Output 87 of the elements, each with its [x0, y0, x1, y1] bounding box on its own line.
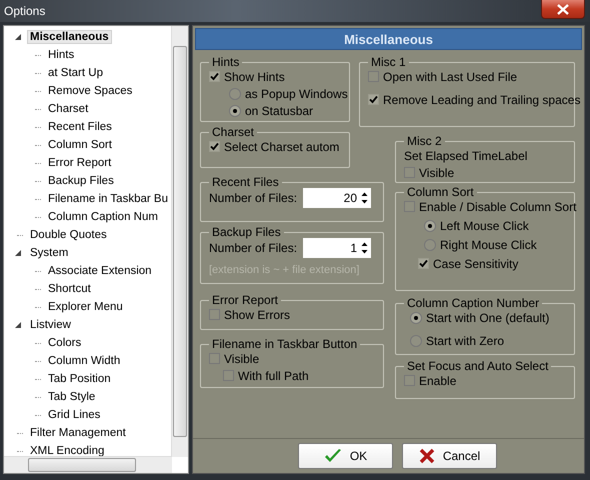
group-title: Hints	[211, 56, 240, 68]
tree-item[interactable]: Explorer Menu	[45, 300, 126, 314]
checkbox[interactable]	[223, 370, 234, 381]
radio-button[interactable]	[410, 334, 422, 346]
close-icon	[557, 4, 569, 14]
radio-label[interactable]: Right Mouse Click	[440, 238, 537, 252]
group-title: Column Caption Number	[406, 297, 540, 309]
radio-button[interactable]	[229, 88, 241, 100]
tree-item[interactable]: Filename in Taskbar Bu	[45, 192, 171, 206]
tree-item[interactable]: Column Sort	[45, 138, 115, 152]
radio-button[interactable]	[410, 312, 422, 324]
checkbox-label[interactable]: Show Errors	[224, 308, 290, 322]
field-label: Number of Files:	[209, 241, 298, 255]
tree-item[interactable]: Hints	[45, 48, 78, 62]
tree-item[interactable]: Colors	[45, 336, 84, 350]
group-title: Charset	[211, 126, 256, 138]
group-title: Recent Files	[211, 176, 280, 188]
tree-item[interactable]: Filter Management	[27, 426, 129, 440]
field-label: Number of Files:	[209, 191, 298, 205]
checkbox-label[interactable]: Open with Last Used File	[383, 70, 518, 84]
radio-button[interactable]	[229, 104, 241, 116]
checkbox-label[interactable]: Remove Leading and Trailing spaces	[383, 92, 580, 106]
checkbox[interactable]	[404, 167, 415, 178]
tree-item[interactable]: at Start Up	[45, 66, 106, 80]
checkbox[interactable]	[209, 353, 220, 364]
checkbox-label[interactable]: Show Hints	[224, 70, 285, 84]
radio-label[interactable]: Start with One (default)	[426, 310, 550, 324]
checkbox[interactable]	[368, 71, 379, 82]
close-button[interactable]	[541, 0, 585, 19]
checkmark-icon	[324, 448, 342, 464]
radio-button[interactable]	[424, 238, 436, 250]
tree-item[interactable]: Listview	[27, 318, 74, 332]
tree-item[interactable]: Double Quotes	[27, 228, 110, 242]
radio-label[interactable]: Left Mouse Click	[440, 218, 529, 232]
cross-icon	[418, 448, 435, 464]
tree-item[interactable]: Column Caption Num	[45, 210, 161, 224]
checkbox[interactable]	[418, 258, 429, 269]
horizontal-scrollbar[interactable]	[4, 456, 172, 473]
collapse-triangle-icon[interactable]	[15, 250, 22, 256]
radio-label[interactable]: on Statusbar	[245, 104, 314, 118]
tree-item[interactable]: Backup Files	[45, 174, 117, 188]
radio-button[interactable]	[424, 220, 436, 232]
tree-item[interactable]: Charset	[45, 102, 92, 116]
tree-item[interactable]: Miscellaneous	[27, 30, 112, 44]
ok-button[interactable]: OK	[298, 443, 393, 469]
group-title: Column Sort	[406, 186, 475, 198]
group-title: Set Focus and Auto Select	[406, 360, 550, 372]
radio-label[interactable]: as Popup Windows	[245, 86, 348, 100]
tree-item[interactable]: Shortcut	[45, 282, 94, 296]
tree-item[interactable]: Remove Spaces	[45, 84, 136, 98]
group-title: Error Report	[211, 294, 280, 306]
vertical-scrollbar[interactable]	[171, 26, 188, 457]
checkbox[interactable]	[209, 71, 220, 82]
label-text: Set Elapsed TimeLabel	[404, 148, 528, 162]
collapse-triangle-icon[interactable]	[15, 34, 22, 40]
checkbox[interactable]	[404, 375, 415, 386]
cancel-button[interactable]: Cancel	[402, 443, 497, 469]
group-title: Filename in Taskbar Button	[211, 338, 358, 350]
checkbox[interactable]	[368, 94, 379, 105]
collapse-triangle-icon[interactable]	[15, 322, 22, 328]
checkbox-label[interactable]: Visible	[224, 352, 260, 366]
checkbox-label[interactable]: Case Sensitivity	[433, 256, 518, 270]
tree-item[interactable]: Error Report	[45, 156, 114, 170]
checkbox-label[interactable]: Enable / Disable Column Sort	[419, 200, 576, 214]
tree-item[interactable]: Grid Lines	[45, 408, 104, 422]
tree-item[interactable]: System	[27, 246, 72, 260]
checkbox-label[interactable]: Visible	[419, 166, 454, 180]
number-spinner[interactable]: 20	[303, 188, 372, 208]
checkbox[interactable]	[209, 141, 220, 152]
tree-item[interactable]: Associate Extension	[45, 264, 155, 278]
tree-item[interactable]: Column Width	[45, 354, 124, 368]
tree-item[interactable]: XML Encoding	[27, 444, 108, 458]
checkbox-label[interactable]: Enable	[419, 374, 456, 388]
checkbox[interactable]	[209, 309, 220, 320]
tree-item[interactable]: Tab Style	[45, 390, 98, 404]
tree-item[interactable]: Recent Files	[45, 120, 115, 134]
checkbox-label[interactable]: With full Path	[238, 368, 309, 382]
panel-header: Miscellaneous	[195, 28, 582, 50]
radio-label[interactable]: Start with Zero	[426, 334, 504, 348]
checkbox-label[interactable]: Select Charset autom	[224, 140, 340, 154]
tree-item[interactable]: Tab Position	[45, 372, 114, 386]
group-title: Misc 1	[370, 56, 407, 68]
group-title: Misc 2	[406, 135, 443, 147]
group-title: Backup Files	[211, 226, 282, 238]
number-spinner[interactable]: 1	[303, 238, 372, 258]
window-title: Options	[3, 3, 46, 18]
checkbox[interactable]	[404, 201, 415, 212]
